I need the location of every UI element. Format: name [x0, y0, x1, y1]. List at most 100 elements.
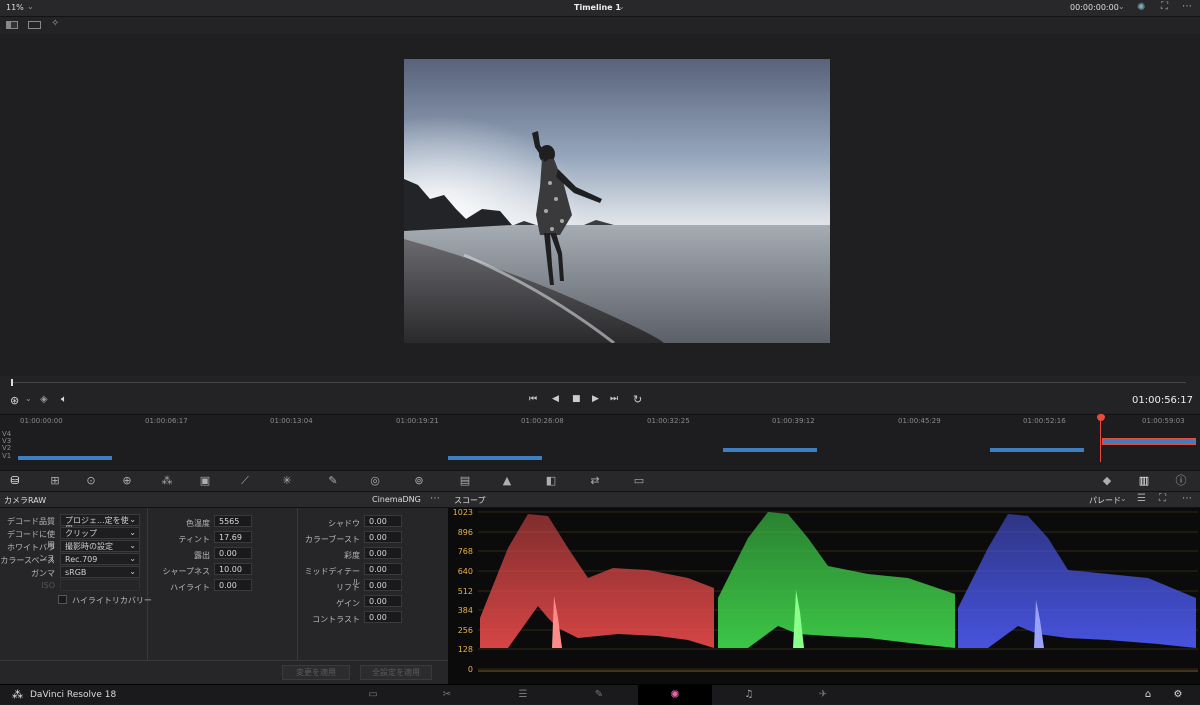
shadow-field[interactable]: 0.00: [364, 515, 402, 527]
timeline-name[interactable]: Timeline 1: [574, 3, 621, 12]
qualifier-icon[interactable]: ✎: [322, 471, 344, 491]
scope-level: 896: [458, 528, 473, 537]
gain-field[interactable]: 0.00: [364, 595, 402, 607]
color-page-icon[interactable]: ✺: [664, 685, 686, 705]
timeline-playhead[interactable]: [1100, 414, 1101, 462]
white-balance-select[interactable]: 撮影時の設定 ⌄: [60, 540, 140, 552]
window-icon[interactable]: ◎: [364, 471, 386, 491]
color-match-icon[interactable]: ⊞: [44, 471, 66, 491]
highlight-recovery-label: ハイライトリカバリー: [72, 596, 152, 605]
color-temp-field[interactable]: 5565: [214, 515, 252, 527]
go-to-end-icon[interactable]: ⏭︎: [610, 394, 618, 404]
key-icon[interactable]: ◧: [540, 471, 562, 491]
divider: [297, 508, 298, 660]
lift-label: リフト: [336, 583, 360, 592]
cut-page-icon[interactable]: ✂: [436, 685, 458, 705]
davinci-logo-icon: ⁂: [12, 688, 23, 701]
scope-expand-icon[interactable]: ⛶: [1159, 493, 1166, 504]
sharpness-field[interactable]: 10.00: [214, 563, 252, 575]
decode-quality-select[interactable]: プロジェ...定を使用⌄: [60, 514, 140, 534]
grid-view-icon[interactable]: [28, 21, 41, 29]
scope-level: 384: [458, 606, 473, 615]
exposure-field[interactable]: 0.00: [214, 547, 252, 559]
highlight-recovery-checkbox[interactable]: [58, 595, 67, 604]
timeline-clip[interactable]: [990, 448, 1084, 452]
stop-icon[interactable]: ■: [572, 394, 581, 404]
go-to-start-icon[interactable]: ⏮︎: [529, 394, 537, 404]
expand-icon[interactable]: ⛶: [1161, 1, 1168, 12]
gamma-select[interactable]: sRGB ⌄: [60, 566, 140, 578]
fairlight-page-icon[interactable]: ♫: [738, 685, 760, 705]
primaries-icon[interactable]: ⊕: [116, 471, 138, 491]
keyframes-icon[interactable]: ◆: [1096, 471, 1118, 491]
rgb-mixer-icon[interactable]: ⁂: [156, 471, 178, 491]
play-reverse-icon[interactable]: ◀: [552, 394, 559, 404]
motion-effects-icon[interactable]: ▣: [194, 471, 216, 491]
scope-level: 768: [458, 547, 473, 556]
apply-changes-button[interactable]: 変更を適用: [282, 665, 350, 680]
more-options-icon[interactable]: ⋯: [430, 493, 440, 504]
timecode-chevron-icon[interactable]: ⌄: [1118, 2, 1125, 11]
edit-page-icon[interactable]: ☰: [512, 685, 534, 705]
scope-mode[interactable]: パレード: [1089, 495, 1121, 506]
magic-wand-icon[interactable]: ✧: [51, 18, 59, 29]
fusion-page-icon[interactable]: ✎: [588, 685, 610, 705]
speed-chevron-icon[interactable]: ⌄: [25, 394, 32, 403]
audio-icon[interactable]: 🔈︎: [61, 394, 67, 405]
scope-settings-icon[interactable]: ☰: [1137, 493, 1146, 504]
timeline-ruler[interactable]: 01:00:00:00 01:00:06:17 01:00:13:04 01:0…: [0, 414, 1200, 426]
chevron-down-icon[interactable]: ⌄: [27, 2, 34, 11]
curves-icon[interactable]: ⟋: [234, 471, 256, 491]
scrubber-track[interactable]: [12, 382, 1186, 383]
color-space-label: カラースペース: [0, 556, 55, 565]
source-timecode[interactable]: 00:00:00:00: [1070, 3, 1119, 12]
scopes-icon[interactable]: ▥: [1133, 471, 1155, 491]
tint-field[interactable]: 17.69: [214, 531, 252, 543]
page-navigation-bar: ⁂ DaVinci Resolve 18 ▭ ✂ ☰ ✎ ✺ ♫ ✈ ⌂ ⚙: [0, 684, 1200, 705]
media-page-icon[interactable]: ▭: [362, 685, 384, 705]
info-icon[interactable]: ⓘ: [1170, 471, 1192, 491]
loop-icon[interactable]: ↻: [633, 393, 642, 406]
layers-icon[interactable]: ◈: [40, 394, 48, 405]
camera-raw-icon[interactable]: ⛁: [4, 471, 26, 491]
sizing-icon[interactable]: ⇄: [584, 471, 606, 491]
deliver-page-icon[interactable]: ✈: [812, 685, 834, 705]
color-warper-icon[interactable]: ✳: [276, 471, 298, 491]
more-options-icon[interactable]: ⋯: [1182, 1, 1192, 12]
tracker-icon[interactable]: ⊚: [408, 471, 430, 491]
color-wheel-icon[interactable]: ✺: [1137, 2, 1145, 13]
settings-gear-icon[interactable]: ⚙: [1167, 685, 1189, 705]
zoom-level[interactable]: 11%: [6, 3, 24, 12]
apply-all-button[interactable]: 全設定を適用: [360, 665, 432, 680]
timeline-clip[interactable]: [18, 456, 112, 460]
tint-label: ティント: [178, 535, 210, 544]
split-view-icon[interactable]: [6, 21, 18, 29]
color-space-select[interactable]: Rec.709 ⌄: [60, 553, 140, 565]
home-icon[interactable]: ⌂: [1137, 685, 1159, 705]
decode-quality-label: デコード品質: [7, 517, 55, 526]
scope-mode-chevron-icon[interactable]: ⌄: [1120, 494, 1127, 503]
3d-icon[interactable]: ▭: [628, 471, 650, 491]
play-icon[interactable]: ▶: [592, 394, 599, 404]
speed-icon[interactable]: ⊛: [10, 394, 19, 407]
mid-detail-field[interactable]: 0.00: [364, 563, 402, 575]
timeline-clip[interactable]: [723, 448, 817, 452]
color-boost-field[interactable]: 0.00: [364, 531, 402, 543]
ruler-tick: 01:00:19:21: [396, 417, 439, 425]
color-wheels-icon[interactable]: ⊙: [80, 471, 102, 491]
raw-format[interactable]: CinemaDNG: [372, 495, 421, 504]
saturation-field[interactable]: 0.00: [364, 547, 402, 559]
more-options-icon[interactable]: ⋯: [1182, 493, 1192, 504]
magic-mask-icon[interactable]: ▤: [454, 471, 476, 491]
lift-field[interactable]: 0.00: [364, 579, 402, 591]
timeline-clip[interactable]: [448, 456, 542, 460]
ruler-tick: 01:00:39:12: [772, 417, 815, 425]
decode-using-select[interactable]: クリップ ⌄: [60, 527, 140, 539]
contrast-field[interactable]: 0.00: [364, 611, 402, 623]
timeline-chevron-icon[interactable]: ⌄: [618, 2, 625, 11]
selected-timeline-clip[interactable]: [1102, 438, 1196, 445]
highlight-field[interactable]: 0.00: [214, 579, 252, 591]
ruler-tick: 01:00:00:00: [20, 417, 63, 425]
blur-icon[interactable]: ▲: [496, 471, 518, 491]
scrubber-playhead[interactable]: [11, 379, 13, 386]
